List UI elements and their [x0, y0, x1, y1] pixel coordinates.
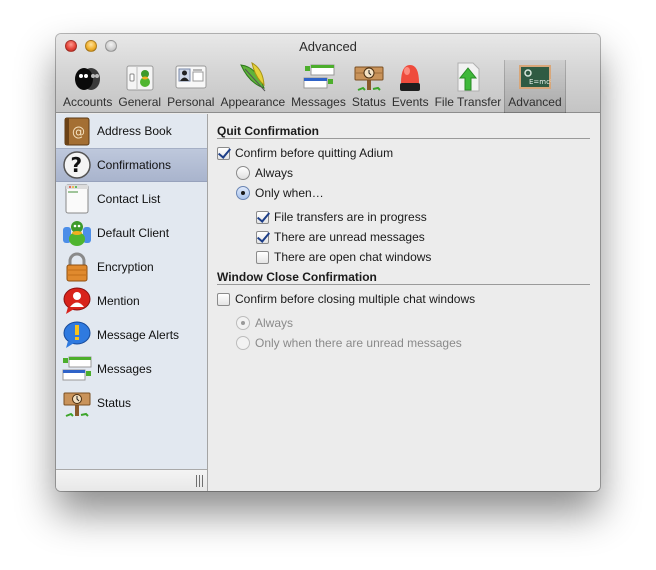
checkbox-label: Confirm before closing multiple chat win…	[235, 292, 476, 306]
checkbox[interactable]	[256, 250, 269, 264]
radio-button[interactable]	[236, 336, 250, 350]
confirm-close-checkbox[interactable]: Confirm before closing multiple chat win…	[217, 292, 475, 306]
accounts-icon	[72, 61, 104, 93]
quit-confirmation-heading: Quit Confirmation	[217, 124, 319, 138]
radio-label: Always	[255, 316, 294, 330]
toolbar-item-file-transfer[interactable]: File Transfer	[432, 60, 505, 113]
sidebar-item-default-client[interactable]: Default Client	[56, 216, 207, 250]
preferences-toolbar: Accounts General Personal Appearance Mes…	[60, 60, 566, 113]
section-divider	[217, 138, 590, 139]
quit-only-when-radio[interactable]: Only when…	[236, 186, 324, 200]
lock-icon	[62, 252, 92, 282]
close-unread-radio[interactable]: Only when there are unread messages	[236, 336, 462, 350]
toolbar-label: Personal	[167, 95, 215, 109]
radio-label: Only when…	[255, 186, 324, 200]
checkbox-label: There are open chat windows	[274, 250, 432, 264]
preferences-window: Advanced Accounts General Personal Appea…	[56, 34, 600, 491]
default-client-icon	[62, 218, 92, 248]
confirmations-pane: Quit Confirmation Confirm before quittin…	[209, 114, 600, 491]
sidebar-label: Mention	[97, 294, 140, 308]
radio-button[interactable]	[236, 316, 250, 330]
radio-label: Only when there are unread messages	[255, 336, 462, 350]
toolbar-label: Appearance	[220, 95, 286, 109]
toolbar-item-messages[interactable]: Messages	[288, 60, 349, 113]
sidebar-item-confirmations[interactable]: ? Confirmations	[56, 148, 207, 182]
svg-text:@: @	[72, 125, 85, 140]
toolbar-item-status[interactable]: Status	[349, 60, 389, 113]
radio-label: Always	[255, 166, 294, 180]
svg-text:?: ?	[71, 153, 83, 177]
status-icon	[62, 388, 92, 418]
sidebar-label: Address Book	[97, 124, 172, 138]
events-icon	[394, 61, 426, 93]
toolbar-item-advanced[interactable]: E=mc² Advanced	[504, 60, 566, 113]
checkbox[interactable]	[217, 146, 230, 160]
toolbar-item-appearance[interactable]: Appearance	[217, 60, 288, 113]
file-transfer-icon	[452, 61, 484, 93]
open-chat-windows-checkbox[interactable]: There are open chat windows	[256, 250, 431, 264]
question-icon: ?	[62, 150, 92, 180]
messages-icon	[303, 61, 335, 93]
sidebar-item-messages[interactable]: Messages	[56, 352, 207, 386]
toolbar-label: File Transfer	[434, 95, 502, 109]
sidebar-item-status[interactable]: Status	[56, 386, 207, 420]
close-always-radio[interactable]: Always	[236, 316, 293, 330]
contact-list-icon	[62, 184, 92, 214]
sidebar-label: Confirmations	[97, 158, 172, 172]
file-transfers-checkbox[interactable]: File transfers are in progress	[256, 210, 427, 224]
section-divider	[217, 284, 590, 285]
unread-messages-checkbox[interactable]: There are unread messages	[256, 230, 425, 244]
confirm-quit-checkbox[interactable]: Confirm before quitting Adium	[217, 146, 393, 160]
radio-button[interactable]	[236, 186, 250, 200]
toolbar-label: General	[118, 95, 162, 109]
quit-always-radio[interactable]: Always	[236, 166, 293, 180]
appearance-icon	[237, 61, 269, 93]
sidebar: @ Address Book ? Confirmations Contact L…	[56, 114, 208, 491]
toolbar-label: Events	[391, 95, 429, 109]
window-close-confirmation-heading: Window Close Confirmation	[217, 270, 377, 284]
sidebar-label: Contact List	[97, 192, 161, 206]
toolbar-item-accounts[interactable]: Accounts	[60, 60, 115, 113]
toolbar-label: Messages	[291, 95, 346, 109]
sidebar-label: Messages	[97, 362, 152, 376]
sidebar-label: Message Alerts	[97, 328, 180, 342]
window-title: Advanced	[299, 39, 357, 54]
sidebar-item-encryption[interactable]: Encryption	[56, 250, 207, 284]
messages-icon	[62, 354, 92, 384]
advanced-icon: E=mc²	[518, 61, 553, 93]
sidebar-item-mention[interactable]: Mention	[56, 284, 207, 318]
toolbar-label: Accounts	[63, 95, 113, 109]
sidebar-label: Default Client	[97, 226, 170, 240]
resize-grip-icon[interactable]	[196, 475, 204, 487]
sidebar-item-contact-list[interactable]: Contact List	[56, 182, 207, 216]
radio-button[interactable]	[236, 166, 250, 180]
checkbox[interactable]	[256, 210, 269, 224]
mention-icon	[62, 286, 92, 316]
svg-text:E=mc²: E=mc²	[529, 78, 551, 86]
checkbox-label: File transfers are in progress	[274, 210, 427, 224]
sidebar-label: Status	[97, 396, 132, 410]
checkbox[interactable]	[217, 292, 230, 306]
personal-icon	[175, 61, 207, 93]
sidebar-item-address-book[interactable]: @ Address Book	[56, 114, 207, 148]
toolbar-item-events[interactable]: Events	[389, 60, 432, 113]
general-icon	[124, 61, 156, 93]
status-icon	[353, 61, 385, 93]
sidebar-label: Encryption	[97, 260, 154, 274]
toolbar-item-personal[interactable]: Personal	[164, 60, 217, 113]
titlebar: Advanced Accounts General Personal Appea…	[56, 34, 600, 113]
checkbox-label: Confirm before quitting Adium	[235, 146, 394, 160]
sidebar-footer	[56, 469, 207, 491]
address-book-icon: @	[62, 116, 92, 146]
toolbar-item-general[interactable]: General	[115, 60, 164, 113]
toolbar-label: Status	[351, 95, 386, 109]
checkbox-label: There are unread messages	[274, 230, 425, 244]
toolbar-label: Advanced	[508, 95, 562, 109]
checkbox[interactable]	[256, 230, 269, 244]
message-alerts-icon	[62, 320, 92, 350]
sidebar-item-message-alerts[interactable]: Message Alerts	[56, 318, 207, 352]
